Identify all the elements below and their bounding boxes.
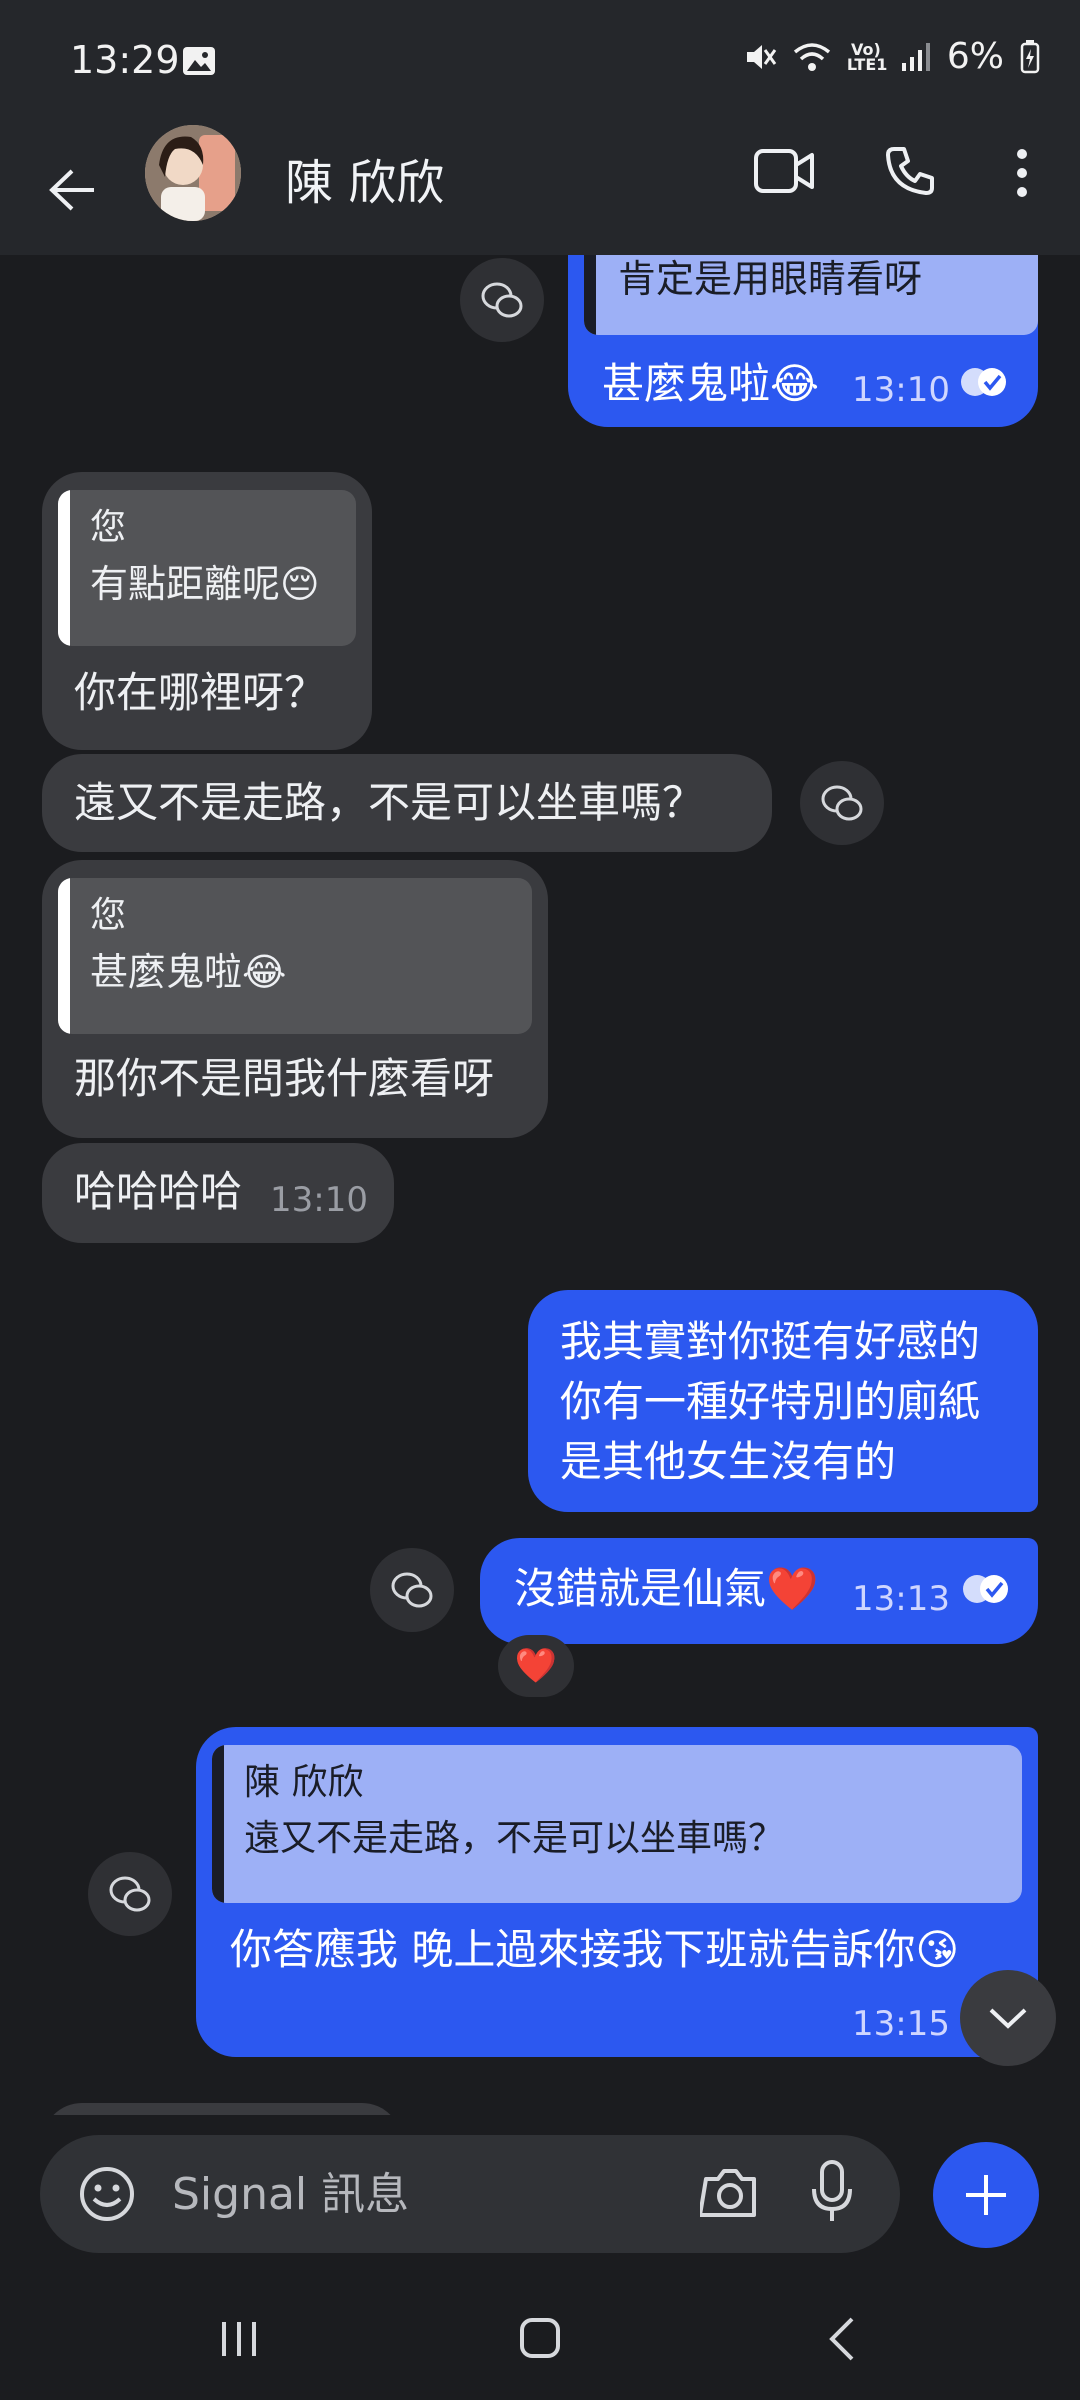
quoted-message[interactable]: 您 甚麼鬼啦😂 [58, 878, 532, 1034]
quoted-text: 遠又不是走路，不是可以坐車嗎？ [244, 1818, 785, 1859]
reply-bubble-icon [481, 282, 523, 318]
message-composer [40, 2135, 900, 2253]
message-bubble-outgoing[interactable]: 肯定是用眼睛看呀 甚麼鬼啦😂 13:10 [568, 255, 1038, 427]
reply-button[interactable] [88, 1852, 172, 1936]
reply-bubble-icon [821, 785, 863, 821]
quoted-author: 您 [90, 507, 127, 548]
message-bubble-incoming[interactable]: 您 有點距離呢😔 你在哪裡呀？ [42, 472, 372, 750]
battery-percent: 6% [946, 36, 1004, 77]
message-line: 我其實對你挺有好感的 [560, 1317, 981, 1366]
quoted-text: 肯定是用眼睛看呀 [618, 257, 923, 301]
more-options-icon[interactable] [1014, 148, 1030, 198]
recent-apps-icon[interactable] [218, 2318, 260, 2360]
message-bubble-outgoing[interactable]: 陳 欣欣 遠又不是走路，不是可以坐車嗎？ 你答應我 晚上過來接我下班就告訴你😘 … [196, 1727, 1038, 2057]
plus-icon [966, 2175, 1006, 2215]
message-time: 13:10 [852, 370, 950, 410]
status-time: 13:29 [70, 38, 180, 82]
gallery-notification-icon [183, 47, 215, 75]
message-bubble-incoming[interactable]: 您 甚麼鬼啦😂 那你不是問我什麼看呀 [42, 860, 548, 1138]
microphone-icon[interactable] [810, 2159, 854, 2225]
message-input[interactable] [170, 2163, 694, 2225]
reaction-badge[interactable]: ❤️ [498, 1635, 574, 1697]
read-receipt-icon [961, 368, 1006, 396]
message-bubble-outgoing[interactable]: 我其實對你挺有好感的 你有一種好特別的廁紙 是其他女生沒有的 [528, 1290, 1038, 1512]
quoted-text: 甚麼鬼啦😂 [90, 950, 287, 994]
mute-icon [746, 44, 777, 69]
contact-name[interactable]: 陳 欣欣 [285, 143, 444, 213]
message-time: 13:10 [270, 1180, 368, 1220]
message-time: 13:15 [852, 2004, 950, 2044]
voice-call-icon[interactable] [884, 145, 936, 197]
message-text: 我其實對你挺有好感的 你有一種好特別的廁紙 是其他女生沒有的 [560, 1312, 980, 1492]
system-back-icon[interactable] [826, 2316, 856, 2362]
status-indicators: Vo) LTE1 6% [743, 36, 1040, 77]
home-icon[interactable] [518, 2316, 562, 2360]
wifi-icon [793, 42, 830, 71]
emoji-icon[interactable] [78, 2165, 136, 2223]
message-text: 你在哪裡呀？ [74, 668, 327, 717]
message-bubble-outgoing[interactable]: 沒錯就是仙氣❤️ 13:13 [480, 1538, 1038, 1644]
avatar-photo-icon [145, 125, 241, 221]
message-text: 甚麼鬼啦😂 [602, 359, 820, 408]
quoted-author: 陳 欣欣 [244, 1762, 364, 1803]
read-receipt-icon [963, 1575, 1008, 1603]
video-call-icon[interactable] [754, 148, 814, 194]
message-text: 那你不是問我什麼看呀 [74, 1054, 495, 1103]
message-line: 是其他女生沒有的 [560, 1437, 897, 1486]
status-bar: 13:29 Vo) LTE1 6% [0, 0, 1080, 120]
message-text: 遠又不是走路，不是可以坐車嗎？ [74, 778, 705, 827]
quoted-author: 您 [90, 895, 127, 936]
reply-bubble-icon [391, 1572, 433, 1608]
message-line: 你有一種好特別的廁紙 [560, 1377, 981, 1426]
attachment-button[interactable] [933, 2142, 1039, 2248]
camera-icon[interactable] [700, 2165, 760, 2221]
reply-bubble-icon [109, 1876, 151, 1912]
system-navigation-bar [0, 2280, 1080, 2400]
quoted-message[interactable]: 肯定是用眼睛看呀 [584, 255, 1038, 335]
scroll-to-bottom-button[interactable] [960, 1970, 1056, 2066]
quoted-message[interactable]: 您 有點距離呢😔 [58, 490, 356, 646]
chevron-down-icon [989, 2008, 1027, 2029]
battery-charging-icon [1020, 39, 1040, 73]
message-bubble-incoming[interactable]: 遠又不是走路，不是可以坐車嗎？ [42, 754, 772, 852]
message-bubble-incoming[interactable]: 哈哈哈哈 13:10 [42, 1143, 394, 1243]
reply-button[interactable] [800, 761, 884, 845]
message-list[interactable]: 肯定是用眼睛看呀 甚麼鬼啦😂 13:10 您 有點距離呢😔 你在哪裡呀？ 遠又不… [0, 255, 1080, 2115]
message-text: 哈哈哈哈 [74, 1167, 243, 1216]
reply-button[interactable] [370, 1548, 454, 1632]
quoted-text: 有點距離呢😔 [90, 562, 320, 606]
message-text: 你答應我 晚上過來接我下班就告訴你😘 [230, 1925, 960, 1974]
message-text: 沒錯就是仙氣❤️ [514, 1564, 819, 1613]
message-time: 13:13 [852, 1579, 950, 1619]
signal-icon [901, 42, 930, 71]
message-bubble-incoming[interactable] [42, 2103, 402, 2115]
network-label: Vo) LTE1 [846, 39, 888, 74]
quoted-message[interactable]: 陳 欣欣 遠又不是走路，不是可以坐車嗎？ [212, 1745, 1022, 1903]
reply-button[interactable] [460, 258, 544, 342]
contact-avatar[interactable] [145, 125, 241, 221]
back-arrow-icon[interactable] [48, 168, 96, 212]
